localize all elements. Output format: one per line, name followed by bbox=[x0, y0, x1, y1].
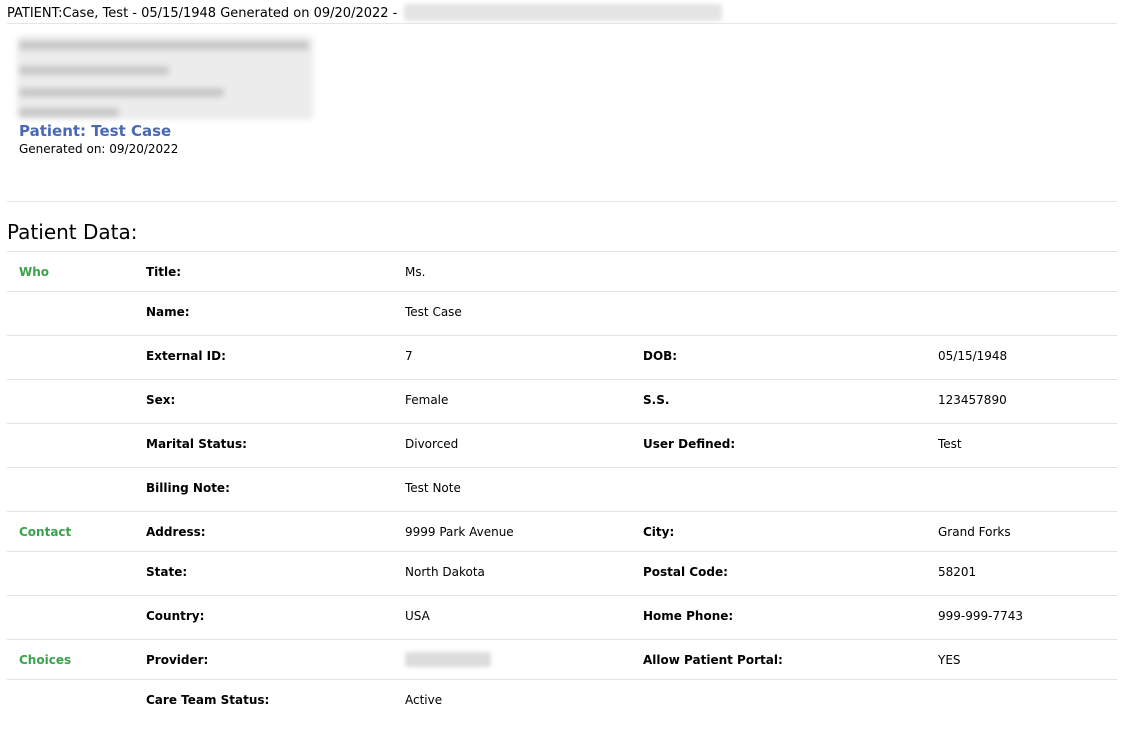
table-row: Name: Test Case bbox=[7, 291, 1117, 336]
field-label: User Defined: bbox=[643, 437, 736, 451]
group-label: Choices bbox=[19, 653, 72, 667]
field-value: 123457890 bbox=[938, 393, 1007, 407]
patient-title: Patient: Test Case bbox=[19, 122, 172, 140]
field-value: Test Case bbox=[405, 305, 462, 319]
field-label: Billing Note: bbox=[146, 481, 230, 495]
field-value: 58201 bbox=[938, 565, 977, 579]
field-label: DOB: bbox=[643, 349, 678, 363]
group-label: Contact bbox=[19, 525, 72, 539]
field-value: 7 bbox=[405, 349, 413, 363]
field-label: Country: bbox=[146, 609, 205, 623]
redacted-clinic-address-block bbox=[17, 36, 313, 119]
table-row: Care Team Status: Active bbox=[7, 679, 1117, 724]
redacted-clinic-name bbox=[403, 4, 722, 21]
table-row: Marital Status: Divorced User Defined: T… bbox=[7, 423, 1117, 468]
field-label: Sex: bbox=[146, 393, 176, 407]
field-value: Active bbox=[405, 693, 443, 707]
field-label: Home Phone: bbox=[643, 609, 734, 623]
field-label: Address: bbox=[146, 525, 206, 539]
field-label: Marital Status: bbox=[146, 437, 247, 451]
generated-on-date: Generated on: 09/20/2022 bbox=[19, 142, 179, 156]
table-row: State: North Dakota Postal Code: 58201 bbox=[7, 551, 1117, 596]
field-label: Care Team Status: bbox=[146, 693, 270, 707]
field-label: Title: bbox=[146, 265, 182, 279]
field-value: Test Note bbox=[405, 481, 461, 495]
field-label: S.S. bbox=[643, 393, 670, 407]
provider-value-redacted bbox=[405, 652, 491, 671]
section-divider bbox=[7, 201, 1117, 202]
field-value: North Dakota bbox=[405, 565, 485, 579]
table-row: Country: USA Home Phone: 999-999-7743 bbox=[7, 595, 1117, 640]
field-value: Ms. bbox=[405, 265, 426, 279]
table-row: Choices Provider: Allow Patient Portal: … bbox=[7, 639, 1117, 680]
field-value: USA bbox=[405, 609, 430, 623]
field-value: Grand Forks bbox=[938, 525, 1011, 539]
field-label: Name: bbox=[146, 305, 190, 319]
report-title-text: PATIENT:Case, Test - 05/15/1948 Generate… bbox=[7, 6, 398, 21]
table-row: External ID: 7 DOB: 05/15/1948 bbox=[7, 335, 1117, 380]
field-label: External ID: bbox=[146, 349, 226, 363]
field-value: Female bbox=[405, 393, 449, 407]
field-label: City: bbox=[643, 525, 675, 539]
header-divider bbox=[7, 23, 1117, 24]
field-value: YES bbox=[938, 653, 961, 667]
field-value: Test bbox=[938, 437, 962, 451]
field-value: 999-999-7743 bbox=[938, 609, 1024, 623]
field-value: 9999 Park Avenue bbox=[405, 525, 514, 539]
redaction-blur bbox=[405, 652, 491, 667]
section-heading: Patient Data: bbox=[7, 220, 138, 244]
table-row: Billing Note: Test Note bbox=[7, 467, 1117, 512]
report-title-line: PATIENT:Case, Test - 05/15/1948 Generate… bbox=[7, 4, 722, 23]
table-row: Contact Address: 9999 Park Avenue City: … bbox=[7, 511, 1117, 552]
field-value: Divorced bbox=[405, 437, 459, 451]
field-label: Allow Patient Portal: bbox=[643, 653, 783, 667]
table-row: Who Title: Ms. bbox=[7, 251, 1117, 292]
group-label: Who bbox=[19, 265, 50, 279]
field-label: State: bbox=[146, 565, 188, 579]
table-row: Sex: Female S.S. 123457890 bbox=[7, 379, 1117, 424]
field-value: 05/15/1948 bbox=[938, 349, 1008, 363]
field-label: Provider: bbox=[146, 653, 209, 667]
field-label: Postal Code: bbox=[643, 565, 728, 579]
